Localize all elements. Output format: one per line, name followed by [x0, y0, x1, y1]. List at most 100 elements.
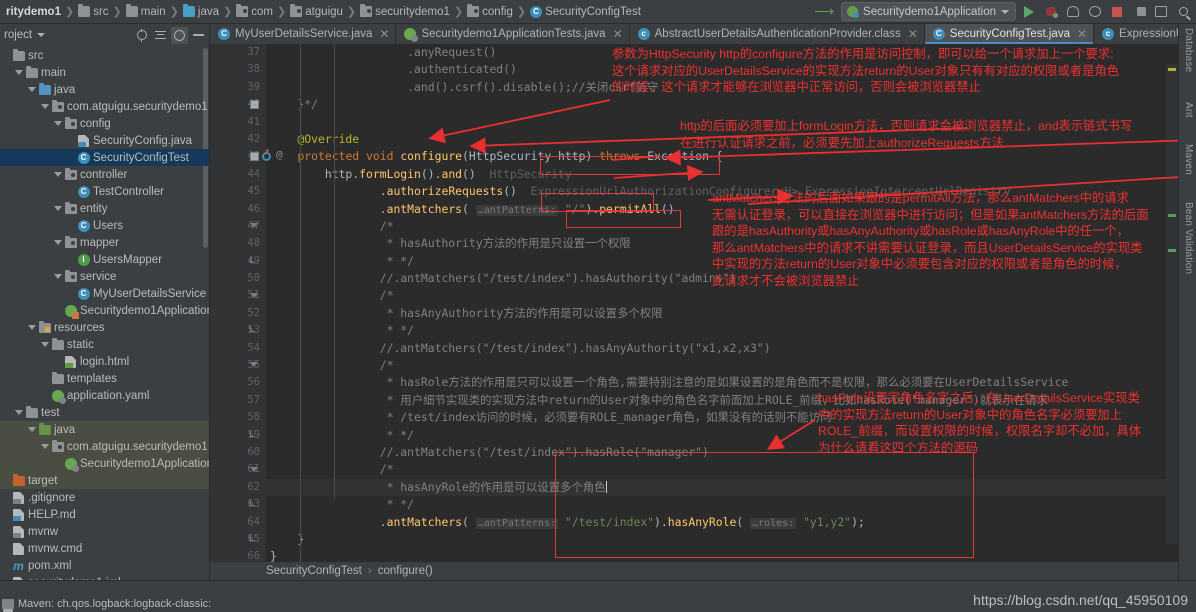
- tree-item[interactable]: Securitydemo1Application1: [0, 455, 209, 472]
- code-fold-toggle[interactable]: [250, 466, 259, 475]
- editor-tab[interactable]: C SecurityConfigTest.java ✕: [924, 24, 1095, 44]
- tree-item[interactable]: src: [0, 47, 209, 64]
- tree-item[interactable]: C MyUserDetailsService: [0, 285, 209, 302]
- breadcrumb-item[interactable]: C SecurityConfigTest: [529, 5, 642, 18]
- breadcrumb-item[interactable]: securitydemo1: [359, 4, 451, 18]
- code-line[interactable]: * hasAnyAuthority方法的作用是可以设置多个权限: [266, 305, 1178, 322]
- editor-tab[interactable]: C MyUserDetailsService.java ✕: [210, 24, 397, 44]
- code-line[interactable]: * */: [266, 322, 1178, 339]
- locate-icon[interactable]: [133, 27, 150, 44]
- chevron-down-icon[interactable]: [26, 87, 37, 92]
- tool-label-database[interactable]: Database: [1183, 28, 1194, 72]
- tree-item[interactable]: controller: [0, 166, 209, 183]
- tool-label-maven[interactable]: Maven: [1183, 144, 1194, 175]
- code-fold-toggle[interactable]: [250, 326, 255, 333]
- run-coverage-button[interactable]: [1064, 3, 1082, 21]
- code-line[interactable]: * */: [266, 496, 1178, 513]
- chevron-down-icon[interactable]: [26, 325, 37, 330]
- tree-item[interactable]: com.atguigu.securitydemo1: [0, 98, 209, 115]
- tree-item[interactable]: SecurityConfig.java: [0, 132, 209, 149]
- stop-button[interactable]: [1108, 3, 1126, 21]
- back-arrow-icon[interactable]: ⟶: [811, 3, 837, 20]
- editor-breadcrumb-item[interactable]: configure(): [378, 565, 433, 577]
- debug-button[interactable]: [1042, 3, 1060, 21]
- code-fold-toggle[interactable]: [250, 292, 259, 301]
- chevron-down-icon[interactable]: [52, 240, 63, 245]
- chevron-down-icon[interactable]: [39, 342, 50, 347]
- tree-item[interactable]: login.html: [0, 353, 209, 370]
- editor-tab[interactable]: c AbstractUserDetailsAuthenticationProvid…: [630, 24, 925, 44]
- breadcrumb-item[interactable]: com: [235, 4, 274, 18]
- close-icon[interactable]: ✕: [379, 27, 389, 41]
- chevron-down-icon[interactable]: [39, 104, 50, 109]
- tree-item[interactable]: resources: [0, 319, 209, 336]
- tree-item[interactable]: java: [0, 421, 209, 438]
- warning-marker[interactable]: [1168, 68, 1176, 71]
- tree-item[interactable]: HELP.md: [0, 506, 209, 523]
- tool-label-bean-validation[interactable]: Bean Validation: [1183, 202, 1194, 274]
- search-button[interactable]: [1174, 3, 1192, 21]
- chevron-down-icon[interactable]: [52, 274, 63, 279]
- editor-marker-bar[interactable]: [1166, 64, 1178, 544]
- code-line[interactable]: http.formLogin().and() HttpSecurity: [266, 166, 1178, 183]
- breadcrumb-item[interactable]: config: [466, 4, 514, 18]
- close-icon[interactable]: ✕: [1077, 27, 1087, 41]
- project-tree[interactable]: src main java com.atguigu.securitydemo1 conf…: [0, 46, 209, 612]
- tree-item[interactable]: target: [0, 472, 209, 489]
- breadcrumb-item[interactable]: src: [77, 4, 109, 18]
- tree-item[interactable]: entity: [0, 200, 209, 217]
- tree-item[interactable]: templates: [0, 370, 209, 387]
- code-line[interactable]: }: [266, 531, 1178, 548]
- chevron-down-icon[interactable]: [1001, 9, 1009, 14]
- tree-item[interactable]: test: [0, 404, 209, 421]
- chevron-down-icon[interactable]: [13, 410, 24, 415]
- editor-breadcrumb[interactable]: SecurityConfigTest › configure(): [266, 562, 433, 580]
- breadcrumb-item[interactable]: main: [125, 4, 167, 18]
- code-fold-toggle[interactable]: [250, 500, 255, 507]
- breadcrumb-item[interactable]: ritydemo1: [2, 6, 62, 18]
- tree-item[interactable]: Securitydemo1Application: [0, 302, 209, 319]
- tree-item[interactable]: C TestController: [0, 183, 209, 200]
- tree-item[interactable]: config: [0, 115, 209, 132]
- code-fold-toggle[interactable]: [250, 100, 259, 110]
- tree-item[interactable]: mapper: [0, 234, 209, 251]
- maven-status-row[interactable]: Maven: ch.qos.logback:logback-classic:: [2, 598, 211, 612]
- editor-tab[interactable]: Securitydemo1ApplicationTests.java ✕: [396, 24, 630, 44]
- tree-item[interactable]: C SecurityConfigTest: [0, 149, 209, 166]
- terminal-button[interactable]: [1152, 3, 1170, 21]
- change-marker[interactable]: [1168, 249, 1176, 252]
- hide-panel-icon[interactable]: [190, 27, 207, 44]
- code-line[interactable]: .antMatchers( …antPatterns: "/test/index…: [266, 514, 1178, 531]
- code-line[interactable]: * hasAnyRole的作用是可以设置多个角色: [266, 478, 1178, 497]
- tree-item[interactable]: .gitignore: [0, 489, 209, 506]
- tool-label-ant[interactable]: Ant: [1183, 102, 1194, 118]
- chevron-down-icon[interactable]: [39, 444, 50, 449]
- tree-item[interactable]: static: [0, 336, 209, 353]
- breadcrumb-item[interactable]: java: [182, 4, 220, 18]
- code-fold-toggle[interactable]: [250, 535, 255, 542]
- code-line[interactable]: }: [266, 548, 1178, 562]
- breadcrumb-item[interactable]: atguigu: [289, 4, 344, 18]
- chevron-down-icon[interactable]: [37, 33, 46, 37]
- tree-item[interactable]: service: [0, 268, 209, 285]
- tree-item[interactable]: mvnw.cmd: [0, 540, 209, 557]
- collapse-all-icon[interactable]: [152, 27, 169, 44]
- tree-item[interactable]: application.yaml: [0, 387, 209, 404]
- tree-item[interactable]: I UsersMapper: [0, 251, 209, 268]
- code-fold-toggle[interactable]: [250, 430, 255, 437]
- code-line[interactable]: /*: [266, 357, 1178, 374]
- settings-gear-icon[interactable]: [171, 26, 188, 44]
- chevron-down-icon[interactable]: [52, 206, 63, 211]
- code-fold-toggle[interactable]: [250, 222, 259, 231]
- close-icon[interactable]: ✕: [613, 27, 623, 41]
- tree-item[interactable]: C Users: [0, 217, 209, 234]
- tree-item[interactable]: main: [0, 64, 209, 81]
- tree-item[interactable]: mvnw: [0, 523, 209, 540]
- tree-item[interactable]: com.atguigu.securitydemo1: [0, 438, 209, 455]
- tree-item[interactable]: java: [0, 81, 209, 98]
- close-icon[interactable]: ✕: [908, 27, 918, 41]
- breadcrumb[interactable]: ritydemo1 ❯ src ❯ main ❯ java ❯ com ❯ atguigu ❯ secu…: [0, 4, 642, 18]
- run-configuration-selector[interactable]: Securitydemo1Application: [841, 2, 1016, 21]
- code-line[interactable]: //.antMatchers("/test/index").hasAnyAuth…: [266, 340, 1178, 357]
- chevron-down-icon[interactable]: [13, 70, 24, 75]
